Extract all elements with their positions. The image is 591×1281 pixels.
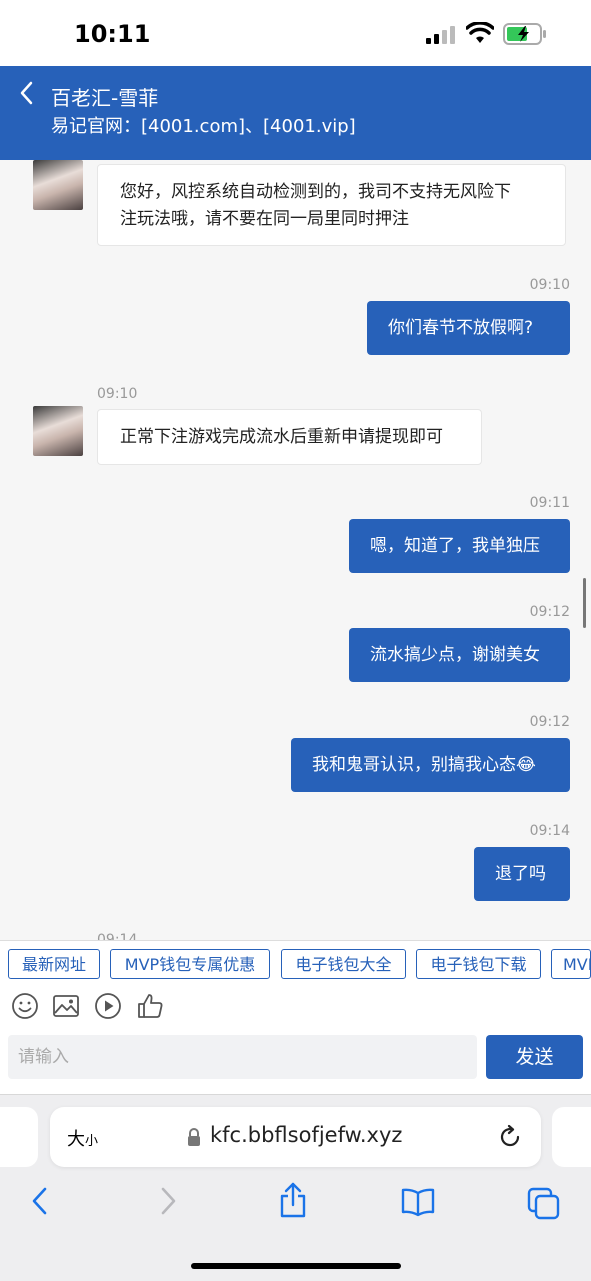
message-timestamp: 09:14	[97, 932, 138, 940]
text-size-label: 大	[67, 1129, 85, 1150]
agent-avatar	[33, 160, 83, 210]
quick-reply-chip[interactable]: MVP钱包专属优惠	[110, 949, 270, 979]
message-timestamp: 09:11	[529, 495, 570, 511]
quick-reply-chip[interactable]: 电子钱包下载	[416, 949, 541, 979]
wifi-icon	[466, 22, 494, 43]
back-chevron-icon[interactable]	[18, 80, 36, 106]
address-bar[interactable]: 大小 kfc.bbflsofjefw.xyz	[50, 1107, 541, 1167]
tabs-icon[interactable]	[527, 1187, 561, 1221]
outgoing-message-bubble: 我和鬼哥认识，别搞我心态😂	[291, 738, 570, 792]
quick-reply-chip[interactable]: MVP	[551, 949, 591, 979]
url-text: kfc.bbflsofjefw.xyz	[210, 1123, 403, 1147]
lock-icon	[188, 1128, 200, 1146]
outgoing-message-bubble: 你们春节不放假啊?	[367, 301, 570, 355]
next-tab-preview[interactable]	[552, 1107, 591, 1167]
message-timestamp: 09:10	[97, 386, 138, 402]
quick-reply-chip[interactable]: 电子钱包大全	[281, 949, 406, 979]
thumbs-up-icon[interactable]	[136, 992, 164, 1020]
send-button[interactable]: 发送	[486, 1035, 583, 1079]
message-timestamp: 09:12	[529, 604, 570, 620]
message-text-line: 您好，风控系统自动检测到的，我司不支持无风险下	[120, 182, 511, 202]
agent-avatar	[33, 406, 83, 456]
message-input-row: 发送	[0, 1030, 591, 1094]
outgoing-message-bubble: 退了吗	[474, 847, 570, 901]
message-text-line: 注玩法哦，请不要在同一局里同时押注	[120, 209, 409, 229]
home-indicator	[191, 1263, 401, 1269]
chat-toolbar	[0, 990, 591, 1030]
browser-toolbar: 大小 kfc.bbflsofjefw.xyz	[0, 1094, 591, 1281]
outgoing-message-bubble: 嗯，知道了，我单独压	[349, 519, 570, 573]
status-bar: 10:11	[0, 0, 591, 66]
emoji-icon[interactable]	[11, 992, 39, 1020]
quick-reply-chip[interactable]: 最新网址	[8, 949, 100, 979]
chat-scrollbar[interactable]	[583, 578, 586, 628]
message-timestamp: 09:14	[529, 823, 570, 839]
message-timestamp: 09:12	[529, 714, 570, 730]
video-icon[interactable]	[94, 992, 122, 1020]
chat-title: 百老汇-雪菲	[51, 86, 159, 110]
outgoing-message-bubble: 流水搞少点，谢谢美女	[349, 628, 570, 682]
chat-header: 百老汇-雪菲 易记官网：[4001.com]、[4001.vip]	[0, 66, 591, 160]
browser-forward-icon[interactable]	[156, 1185, 180, 1217]
chat-message-list[interactable]: 您好，风控系统自动检测到的，我司不支持无风险下 注玩法哦，请不要在同一局里同时押…	[0, 160, 591, 940]
share-icon[interactable]	[278, 1181, 308, 1219]
text-size-button[interactable]: 大小	[67, 1125, 98, 1151]
battery-charging-icon	[503, 23, 546, 45]
quick-reply-bar[interactable]: 最新网址 MVP钱包专属优惠 电子钱包大全 电子钱包下载 MVP	[0, 940, 591, 991]
message-input[interactable]	[8, 1035, 477, 1079]
browser-back-icon[interactable]	[28, 1185, 52, 1217]
previous-tab-preview[interactable]	[0, 1107, 38, 1167]
status-time: 10:11	[74, 20, 151, 48]
cellular-signal-icon	[426, 26, 455, 44]
bookmarks-icon[interactable]	[400, 1187, 436, 1217]
reload-icon[interactable]	[497, 1124, 523, 1150]
incoming-message-bubble: 您好，风控系统自动检测到的，我司不支持无风险下 注玩法哦，请不要在同一局里同时押…	[97, 164, 566, 246]
text-size-small: 小	[85, 1134, 99, 1149]
message-timestamp: 09:10	[529, 277, 570, 293]
chat-subtitle: 易记官网：[4001.com]、[4001.vip]	[51, 116, 356, 137]
image-icon[interactable]	[52, 992, 80, 1020]
incoming-message-bubble: 正常下注游戏完成流水后重新申请提现即可	[97, 409, 482, 465]
